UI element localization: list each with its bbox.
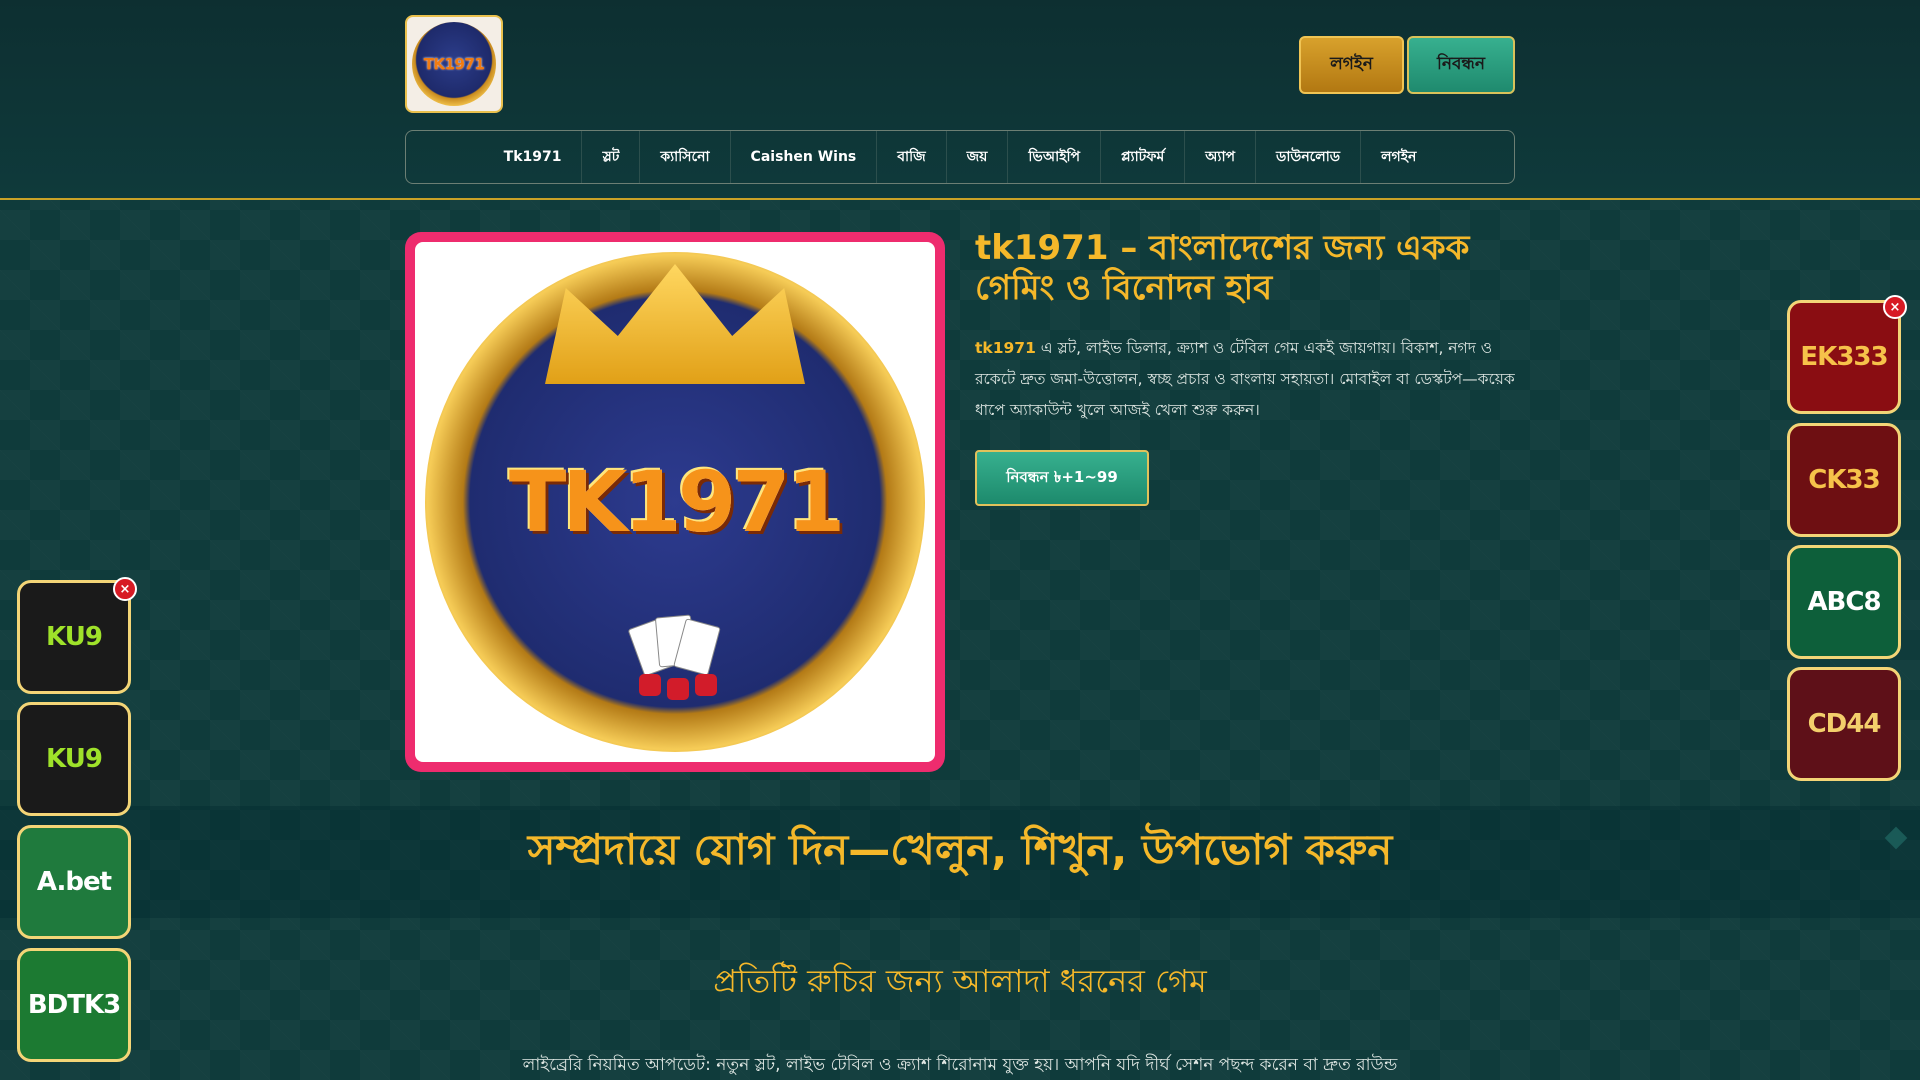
nav-item-slots[interactable]: স্লট (582, 131, 641, 183)
nav-item-platform[interactable]: প্ল্যাটফর্ম (1101, 131, 1186, 183)
side-ad-label: KU9 (46, 622, 103, 652)
crown-icon (545, 264, 805, 384)
register-bonus-button[interactable]: নিবন্ধন ৳+1~99 (975, 450, 1149, 506)
side-ad-label: KU9 (46, 744, 103, 774)
register-button[interactable]: নিবন্ধন (1407, 36, 1515, 94)
logo-text: TK1971 (423, 55, 485, 73)
close-icon[interactable]: × (1883, 295, 1907, 319)
login-button[interactable]: লগইন (1299, 36, 1404, 94)
side-ad-label: CK33 (1808, 465, 1880, 495)
hero-desc-brand: tk1971 (975, 339, 1036, 357)
hero-description: tk1971 এ স্লট, লাইভ ডিলার, ক্র্যাশ ও টেব… (975, 333, 1520, 426)
hero-image: TK1971 (405, 232, 945, 772)
side-ad-ek333[interactable]: EK333 (1787, 300, 1901, 414)
side-ad-abc8[interactable]: ABC8 (1787, 545, 1901, 659)
nav-item-bet[interactable]: বাজি (877, 131, 947, 183)
nav-item-vip[interactable]: ভিআইপি (1008, 131, 1101, 183)
logo-emblem: TK1971 (412, 22, 496, 106)
side-ad-bdtk3[interactable]: BDTK3 (17, 948, 131, 1062)
side-ad-ck33[interactable]: CK33 (1787, 423, 1901, 537)
side-ad-label: EK333 (1800, 342, 1888, 372)
side-ad-label: BDTK3 (27, 990, 121, 1020)
side-ad-ku9[interactable]: KU9 (17, 702, 131, 816)
games-text: লাইব্রেরি নিয়মিত আপডেট: নতুন স্লট, লাইভ… (522, 1055, 1398, 1075)
hero-image-inner: TK1971 (415, 242, 935, 762)
cards-dice-icon (615, 614, 735, 702)
nav-item-app[interactable]: অ্যাপ (1185, 131, 1257, 183)
nav-item-win[interactable]: জয় (947, 131, 1009, 183)
hero-image-brand: TK1971 (508, 453, 845, 551)
community-title: সম্প্রদায়ে যোগ দিন—খেলুন, শিখুন, উপভোগ … (527, 825, 1393, 874)
nav-item-tk1971[interactable]: Tk1971 (484, 131, 583, 183)
site-header: TK1971 লগইন নিবন্ধন Tk1971 স্লট ক্যাসিনো… (0, 0, 1920, 200)
side-ad-cd44[interactable]: CD44 (1787, 667, 1901, 781)
hero-title: tk1971 – বাংলাদেশের জন্য একক গেমিং ও বিন… (975, 228, 1470, 308)
hero-desc-text: এ স্লট, লাইভ ডিলার, ক্র্যাশ ও টেবিল গেম … (975, 339, 1515, 419)
main-nav: Tk1971 স্লট ক্যাসিনো Caishen Wins বাজি জ… (405, 130, 1515, 184)
side-ad-label: CD44 (1807, 709, 1882, 739)
side-ad-abet[interactable]: A.bet (17, 825, 131, 939)
close-icon[interactable]: × (113, 577, 137, 601)
nav-item-casino[interactable]: ক্যাসিনো (640, 131, 731, 183)
nav-item-login[interactable]: লগইন (1361, 131, 1436, 183)
side-ad-label: A.bet (36, 867, 112, 897)
side-ad-label: ABC8 (1807, 587, 1881, 617)
side-ad-ku9[interactable]: KU9 (17, 580, 131, 694)
nav-item-caishen-wins[interactable]: Caishen Wins (731, 131, 878, 183)
brand-medal: TK1971 (425, 252, 925, 752)
games-title: প্রতিটি রুচির জন্য আলাদা ধরনের গেম (713, 962, 1207, 1000)
nav-item-download[interactable]: ডাউনলোড (1256, 131, 1362, 183)
site-logo[interactable]: TK1971 (405, 15, 503, 113)
